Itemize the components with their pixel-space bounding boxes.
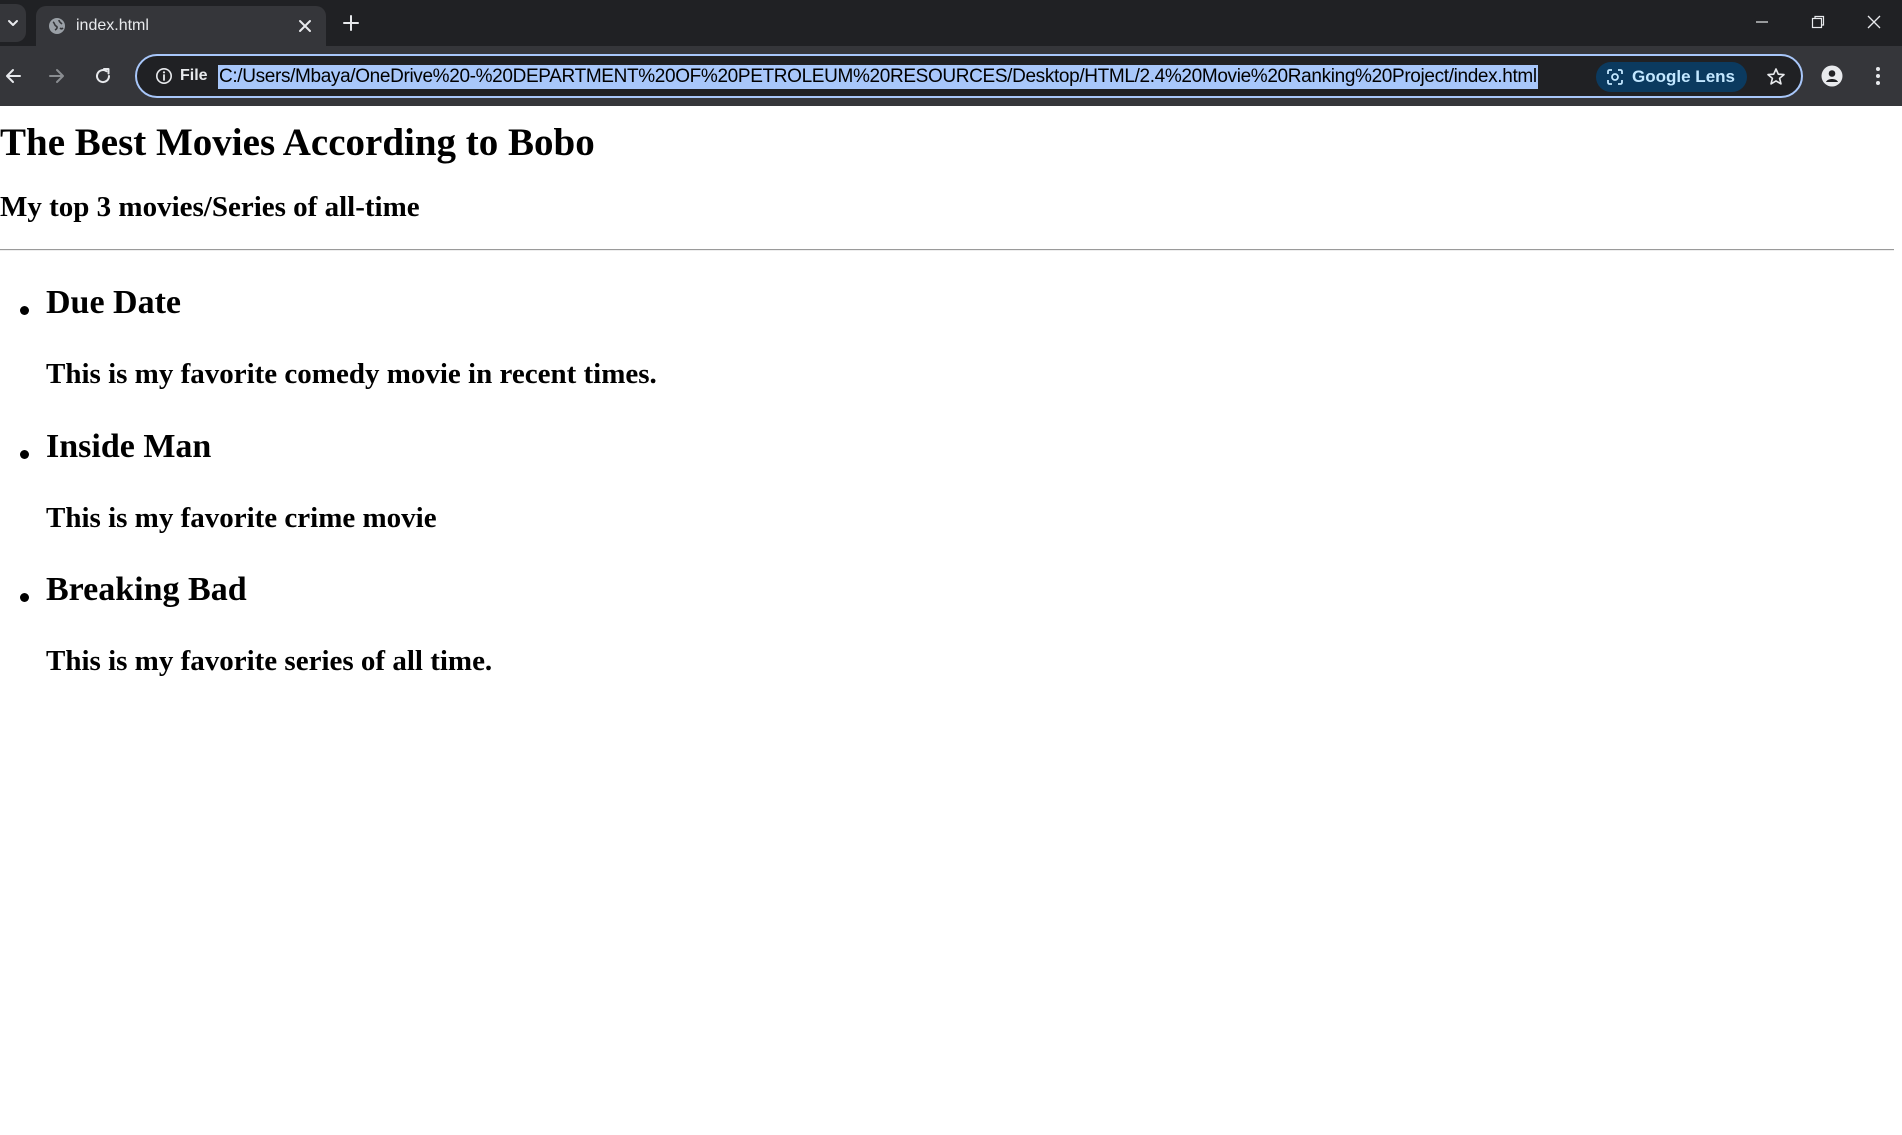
browser-toolbar: File C:/Users/Mbaya/OneDrive%20-%20DEPAR… [0,46,1902,106]
tab-strip: index.html [0,0,1902,46]
list-item: Due Date This is my favorite comedy movi… [0,284,1500,424]
close-icon [299,20,311,32]
plus-icon [343,15,359,31]
url-text[interactable]: C:/Users/Mbaya/OneDrive%20-%20DEPARTMENT… [218,65,1538,89]
lens-icon [1607,69,1623,85]
bullet-icon [20,306,29,315]
tab-title: index.html [76,17,149,34]
movie-description: This is my favorite series of all time. [46,645,493,677]
movie-title: Inside Man [46,428,212,465]
menu-button[interactable] [1862,60,1894,92]
restore-button[interactable] [1790,0,1846,44]
bullet-icon [20,450,29,459]
reload-icon [96,68,111,84]
window-controls [1734,0,1902,44]
tab-close-button[interactable] [294,15,316,37]
arrow-right-icon [49,69,64,83]
reload-button[interactable] [87,60,119,92]
google-lens-button[interactable]: Google Lens [1596,62,1747,92]
avatar-icon [1821,65,1843,87]
chevron-down-icon [8,20,18,26]
movie-description: This is my favorite comedy movie in rece… [46,358,657,390]
movie-title: Breaking Bad [46,571,247,608]
info-icon [156,68,172,84]
new-tab-button[interactable] [336,8,366,38]
minimize-button[interactable] [1734,0,1790,44]
restore-icon [1811,15,1825,29]
forward-button[interactable] [41,60,73,92]
minimize-icon [1756,21,1768,23]
back-button[interactable] [0,60,29,92]
site-info-button[interactable]: File [147,63,216,89]
list-item: Breaking Bad This is my favorite series … [0,571,1500,711]
google-lens-label: Google Lens [1632,67,1735,86]
arrow-left-icon [6,69,21,83]
address-bar[interactable]: File C:/Users/Mbaya/OneDrive%20-%20DEPAR… [135,54,1803,98]
star-icon [1767,68,1785,85]
active-tab[interactable]: index.html [36,6,326,46]
page-title: The Best Movies According to Bobo [0,121,595,164]
globe-icon [49,18,65,34]
tab-search-button[interactable] [0,4,26,42]
close-window-button[interactable] [1846,0,1902,44]
close-icon [1867,15,1881,29]
bookmark-button[interactable] [1761,62,1791,92]
kebab-menu-icon [1876,67,1880,85]
divider [0,249,1894,251]
site-info-label: File [180,67,208,84]
page-subtitle: My top 3 movies/Series of all-time [0,191,420,223]
bullet-icon [20,593,29,602]
page-content: The Best Movies According to Bobo My top… [0,106,1902,1135]
profile-button[interactable] [1816,60,1848,92]
list-item: Inside Man This is my favorite crime mov… [0,428,1500,568]
movie-title: Due Date [46,284,182,321]
movie-description: This is my favorite crime movie [46,502,437,534]
